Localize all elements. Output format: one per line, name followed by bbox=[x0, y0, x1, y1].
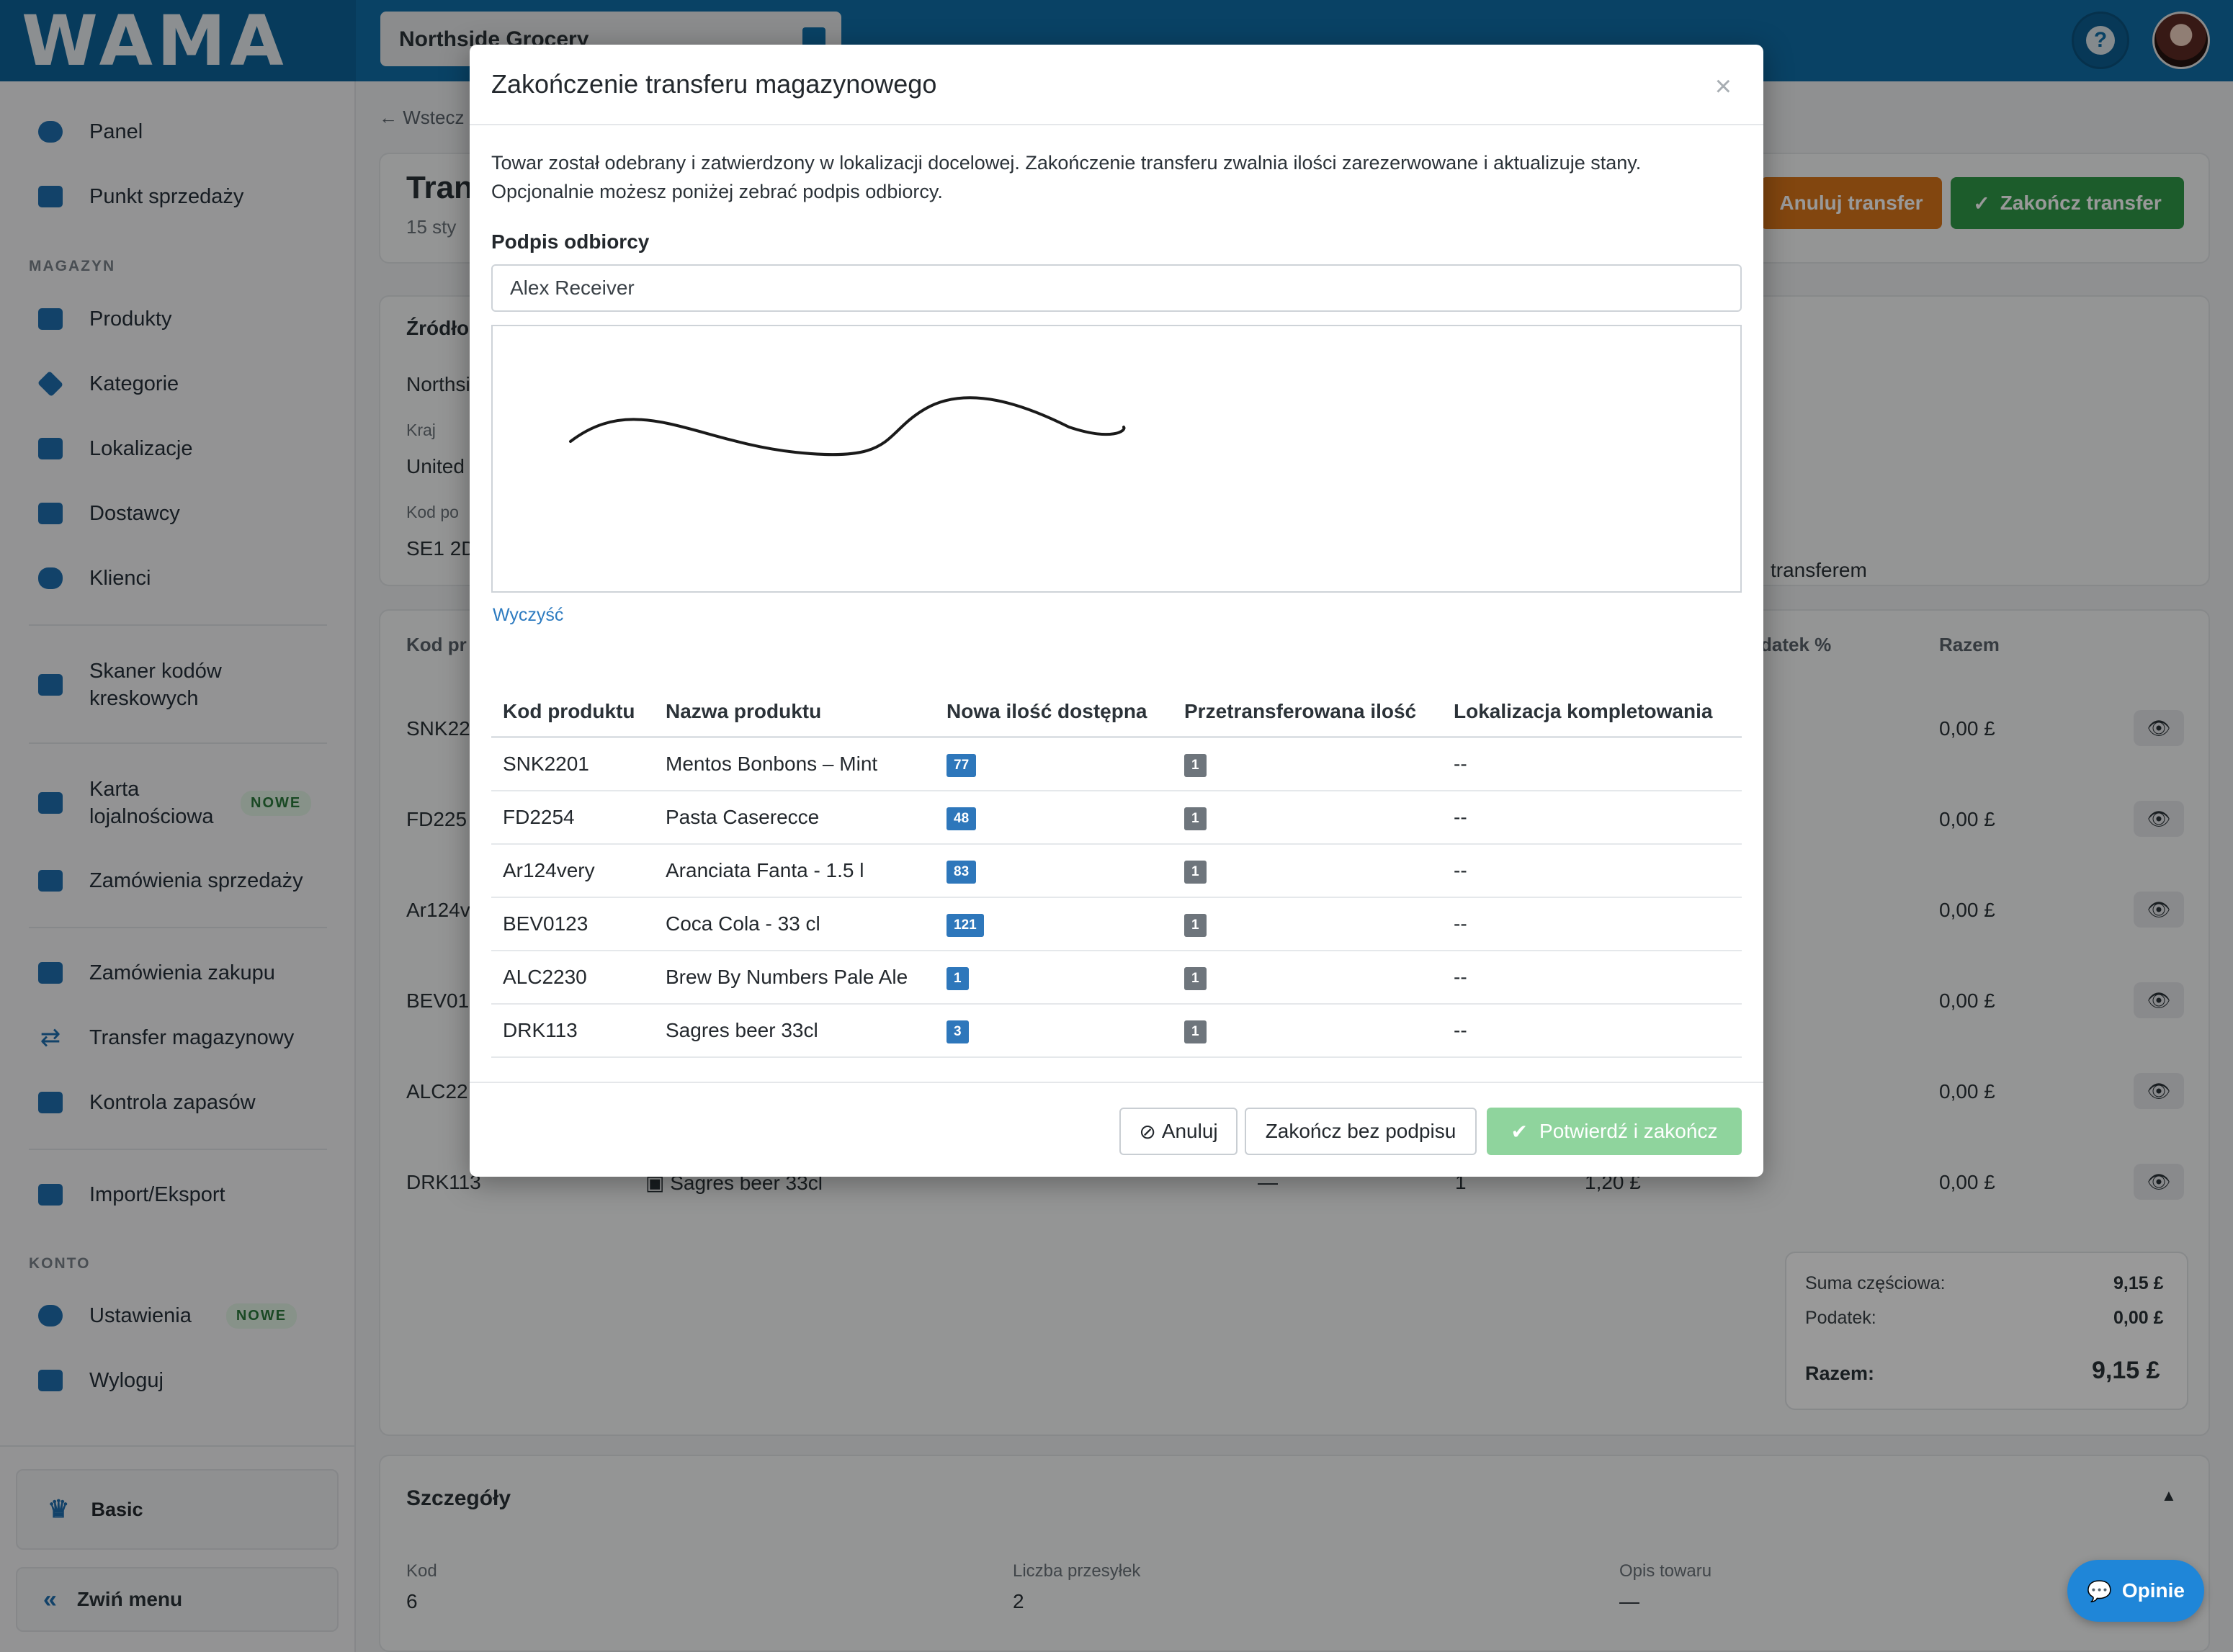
cell-transferred: 1 bbox=[1173, 790, 1442, 845]
confirm-label: Potwierdź i zakończ bbox=[1539, 1120, 1718, 1142]
table-row: Ar124very Aranciata Fanta - 1.5 l 83 1 -… bbox=[491, 843, 1742, 898]
signer-name-input[interactable] bbox=[491, 264, 1742, 312]
cell-name: Sagres beer 33cl bbox=[654, 1003, 935, 1058]
cell-transferred: 1 bbox=[1173, 843, 1442, 898]
cell-location: -- bbox=[1442, 950, 1742, 1005]
cell-available: 48 bbox=[935, 790, 1173, 845]
transferred-badge: 1 bbox=[1184, 1020, 1207, 1043]
cell-transferred: 1 bbox=[1173, 950, 1442, 1005]
cell-location: -- bbox=[1442, 843, 1742, 898]
cell-transferred: 1 bbox=[1173, 897, 1442, 951]
transferred-badge: 1 bbox=[1184, 753, 1207, 777]
transferred-badge: 1 bbox=[1184, 807, 1207, 830]
modal-header: Zakończenie transferu magazynowego × bbox=[470, 45, 1763, 125]
cell-name: Pasta Caserecce bbox=[654, 790, 935, 845]
modal-footer: ⊘ Anuluj Zakończ bez podpisu ✔ Potwierdź… bbox=[470, 1082, 1763, 1177]
column-header: Kod produktu bbox=[491, 700, 654, 738]
description-line-1: Towar został odebrany i zatwierdzony w l… bbox=[491, 152, 1642, 174]
clear-signature-link[interactable]: Wyczyść bbox=[493, 605, 563, 626]
close-icon[interactable]: × bbox=[1715, 71, 1732, 103]
finish-without-signature-button[interactable]: Zakończ bez podpisu bbox=[1245, 1108, 1477, 1155]
cancel-label: Anuluj bbox=[1161, 1120, 1218, 1142]
table-row: BEV0123 Coca Cola - 33 cl 121 1 -- bbox=[491, 897, 1742, 951]
modal-title: Zakończenie transferu magazynowego bbox=[491, 69, 937, 99]
table-row: DRK113 Sagres beer 33cl 3 1 -- bbox=[491, 1003, 1742, 1058]
table-row: ALC2230 Brew By Numbers Pale Ale 1 1 -- bbox=[491, 950, 1742, 1005]
table-header-row: Kod produktu Nazwa produktu Nowa ilość d… bbox=[491, 700, 1742, 738]
cell-available: 121 bbox=[935, 897, 1173, 951]
signature-pad[interactable] bbox=[491, 325, 1742, 593]
cell-name: Coca Cola - 33 cl bbox=[654, 897, 935, 951]
complete-transfer-modal: Zakończenie transferu magazynowego × Tow… bbox=[470, 45, 1763, 1177]
feedback-label: Opinie bbox=[2121, 1579, 2185, 1602]
column-header: Nazwa produktu bbox=[654, 700, 935, 738]
cell-name: Aranciata Fanta - 1.5 l bbox=[654, 843, 935, 898]
cell-available: 83 bbox=[935, 843, 1173, 898]
cell-code: FD2254 bbox=[491, 790, 654, 845]
cell-code: Ar124very bbox=[491, 843, 654, 898]
signature-label: Podpis odbiorcy bbox=[491, 230, 650, 253]
available-badge: 3 bbox=[947, 1020, 969, 1043]
available-badge: 77 bbox=[947, 753, 977, 777]
available-badge: 83 bbox=[947, 860, 977, 884]
table-row: SNK2201 Mentos Bonbons – Mint 77 1 -- bbox=[491, 737, 1742, 791]
cell-location: -- bbox=[1442, 897, 1742, 951]
transferred-badge: 1 bbox=[1184, 860, 1207, 884]
cell-available: 3 bbox=[935, 1003, 1173, 1058]
items-table: Kod produktu Nazwa produktu Nowa ilość d… bbox=[491, 700, 1742, 1058]
cell-code: SNK2201 bbox=[491, 737, 654, 791]
cell-transferred: 1 bbox=[1173, 737, 1442, 791]
cell-location: -- bbox=[1442, 737, 1742, 791]
cell-name: Brew By Numbers Pale Ale bbox=[654, 950, 935, 1005]
description-line-2: Opcjonalnie możesz poniżej zebrać podpis… bbox=[491, 181, 943, 202]
cell-location: -- bbox=[1442, 1003, 1742, 1058]
column-header: Nowa ilość dostępna bbox=[935, 700, 1173, 738]
cell-code: ALC2230 bbox=[491, 950, 654, 1005]
cell-location: -- bbox=[1442, 790, 1742, 845]
transferred-badge: 1 bbox=[1184, 966, 1207, 990]
cancel-button[interactable]: ⊘ Anuluj bbox=[1119, 1108, 1238, 1155]
chat-icon: 💬 bbox=[2087, 1579, 2112, 1602]
feedback-button[interactable]: 💬 Opinie bbox=[2067, 1560, 2204, 1622]
table-row: FD2254 Pasta Caserecce 48 1 -- bbox=[491, 790, 1742, 845]
cell-code: BEV0123 bbox=[491, 897, 654, 951]
transferred-badge: 1 bbox=[1184, 913, 1207, 937]
column-header: Lokalizacja kompletowania bbox=[1442, 700, 1742, 738]
cell-name: Mentos Bonbons – Mint bbox=[654, 737, 935, 791]
cell-available: 77 bbox=[935, 737, 1173, 791]
available-badge: 48 bbox=[947, 807, 977, 830]
confirm-and-finish-button[interactable]: ✔ Potwierdź i zakończ bbox=[1487, 1108, 1742, 1155]
available-badge: 121 bbox=[947, 913, 984, 937]
cell-transferred: 1 bbox=[1173, 1003, 1442, 1058]
modal-description: Towar został odebrany i zatwierdzony w l… bbox=[491, 148, 1745, 206]
ban-icon: ⊘ bbox=[1139, 1120, 1156, 1143]
available-badge: 1 bbox=[947, 966, 969, 990]
signature-stroke bbox=[569, 396, 1126, 457]
cell-code: DRK113 bbox=[491, 1003, 654, 1058]
check-icon: ✔ bbox=[1511, 1120, 1529, 1143]
cell-available: 1 bbox=[935, 950, 1173, 1005]
column-header: Przetransferowana ilość bbox=[1173, 700, 1442, 738]
